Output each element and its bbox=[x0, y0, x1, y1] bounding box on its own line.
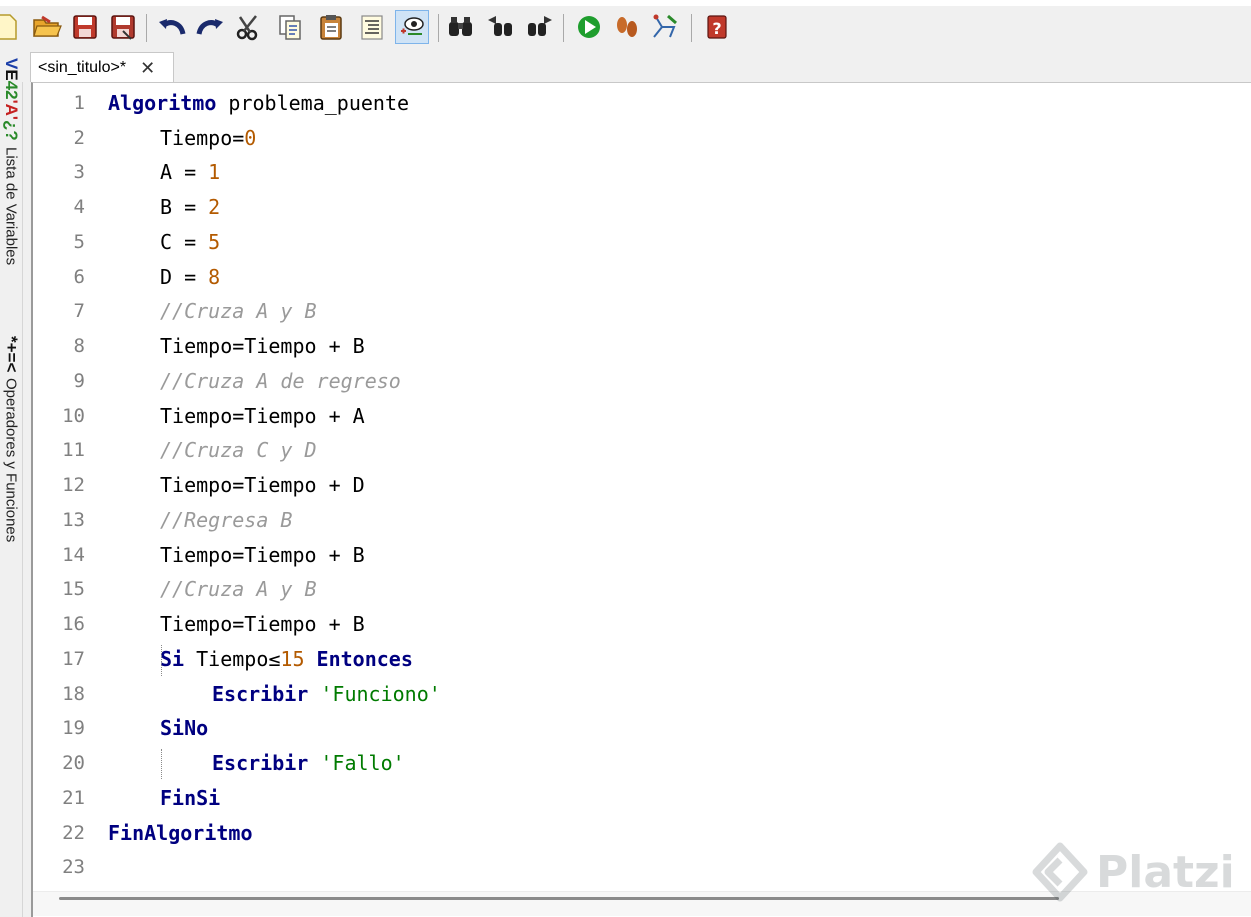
line-number: 10 bbox=[62, 405, 85, 427]
code-comment: //Cruza A y B bbox=[160, 577, 317, 601]
code-line: Si Tiempo≤15 Entonces bbox=[160, 647, 413, 671]
redo-icon[interactable] bbox=[193, 10, 227, 44]
save-as-icon[interactable] bbox=[106, 10, 140, 44]
code-line: Algoritmo problema_puente bbox=[108, 91, 410, 115]
line-number: 2 bbox=[73, 127, 85, 149]
open-file-icon[interactable] bbox=[30, 10, 64, 44]
variables-panel-label: Lista de Variables bbox=[2, 146, 20, 265]
tab-title: <sin_titulo>* bbox=[38, 58, 127, 76]
line-number: 11 bbox=[62, 439, 85, 461]
code-line: D = 8 bbox=[160, 265, 221, 289]
line-number: 7 bbox=[73, 300, 85, 322]
line-number: 19 bbox=[62, 717, 85, 739]
code-line: Tiempo=Tiempo + D bbox=[160, 473, 365, 497]
line-number-gutter: 1 2 3 4 5 6 7 8 9 10 11 12 13 14 15 16 1… bbox=[33, 83, 101, 893]
toolbar-separator bbox=[691, 14, 692, 42]
toolbar: ? bbox=[0, 6, 1251, 50]
line-number: 9 bbox=[73, 370, 85, 392]
line-number: 21 bbox=[62, 787, 85, 809]
line-number: 20 bbox=[62, 752, 85, 774]
toolbar-separator bbox=[563, 14, 564, 42]
code-line: FinSi bbox=[160, 786, 221, 810]
code-line: Tiempo=0 bbox=[160, 126, 257, 150]
code-line: Tiempo=Tiempo + A bbox=[160, 404, 365, 428]
code-line: B = 2 bbox=[160, 195, 221, 219]
code-line: Tiempo=Tiempo + B bbox=[160, 612, 365, 636]
line-number: 18 bbox=[62, 683, 85, 705]
line-number: 5 bbox=[73, 231, 85, 253]
toolbar-separator bbox=[146, 14, 147, 42]
new-file-icon[interactable] bbox=[0, 10, 22, 44]
save-icon[interactable] bbox=[68, 10, 102, 44]
tab-sin-titulo[interactable]: <sin_titulo>* ✕ bbox=[30, 52, 174, 82]
line-number: 14 bbox=[62, 544, 85, 566]
undo-icon[interactable] bbox=[155, 10, 189, 44]
platzi-watermark: Platzi bbox=[1032, 838, 1242, 906]
line-number: 15 bbox=[62, 578, 85, 600]
code-comment: //Cruza C y D bbox=[160, 438, 317, 462]
indent-guide bbox=[161, 749, 162, 779]
operators-panel-tab[interactable]: *+=< Operadores y Funciones bbox=[0, 336, 23, 543]
find-previous-icon[interactable] bbox=[484, 10, 518, 44]
run-icon[interactable] bbox=[572, 10, 606, 44]
horizontal-scrollbar-thumb[interactable] bbox=[59, 897, 1059, 900]
line-number: 4 bbox=[73, 196, 85, 218]
line-number: 23 bbox=[62, 856, 85, 878]
side-panel: VE42'A'¿? Lista de Variables *+=< Operad… bbox=[0, 50, 23, 917]
toolbar-separator bbox=[438, 14, 439, 42]
find-icon[interactable] bbox=[444, 10, 478, 44]
line-number: 12 bbox=[62, 474, 85, 496]
line-number: 22 bbox=[62, 822, 85, 844]
line-number: 6 bbox=[73, 266, 85, 288]
code-line: Escribir 'Funciono' bbox=[212, 682, 441, 706]
show-tokens-icon[interactable] bbox=[395, 10, 429, 44]
line-number: 3 bbox=[73, 161, 85, 183]
cut-icon[interactable] bbox=[231, 10, 265, 44]
code-line: FinAlgoritmo bbox=[108, 821, 253, 845]
code-line: Tiempo=Tiempo + B bbox=[160, 543, 365, 567]
step-by-step-icon[interactable] bbox=[610, 10, 644, 44]
svg-text:?: ? bbox=[712, 19, 721, 38]
editor-tab-bar: <sin_titulo>* ✕ bbox=[22, 50, 1251, 82]
platzi-logo-icon bbox=[1032, 842, 1088, 902]
paste-icon[interactable] bbox=[314, 10, 348, 44]
code-comment: //Regresa B bbox=[160, 508, 293, 532]
code-line: SiNo bbox=[160, 716, 209, 740]
line-number: 8 bbox=[73, 335, 85, 357]
code-comment: //Cruza A y B bbox=[160, 299, 317, 323]
code-line: A = 1 bbox=[160, 160, 221, 184]
operators-panel-label: Operadores y Funciones bbox=[2, 378, 20, 543]
line-number: 1 bbox=[73, 92, 85, 114]
code-line: C = 5 bbox=[160, 230, 221, 254]
line-number: 13 bbox=[62, 509, 85, 531]
variables-panel-tab[interactable]: VE42'A'¿? Lista de Variables bbox=[0, 58, 23, 265]
code-line: Tiempo=Tiempo + B bbox=[160, 334, 365, 358]
code-comment: //Cruza A de regreso bbox=[160, 369, 401, 393]
variables-icon: VE42'A'¿? bbox=[2, 58, 21, 141]
close-icon[interactable]: ✕ bbox=[140, 59, 155, 77]
copy-icon[interactable] bbox=[273, 10, 307, 44]
flowchart-icon[interactable] bbox=[648, 10, 682, 44]
find-next-icon[interactable] bbox=[522, 10, 556, 44]
code-editor[interactable]: 1 2 3 4 5 6 7 8 9 10 11 12 13 14 15 16 1… bbox=[31, 82, 1251, 917]
line-number: 17 bbox=[62, 648, 85, 670]
line-number: 16 bbox=[62, 613, 85, 635]
indent-guide bbox=[161, 645, 162, 676]
code-line: Escribir 'Fallo' bbox=[212, 751, 405, 775]
watermark-text: Platzi bbox=[1096, 846, 1235, 898]
help-icon[interactable]: ? bbox=[700, 10, 734, 44]
indent-icon[interactable] bbox=[355, 10, 389, 44]
operators-icon: *+=< bbox=[2, 336, 21, 373]
